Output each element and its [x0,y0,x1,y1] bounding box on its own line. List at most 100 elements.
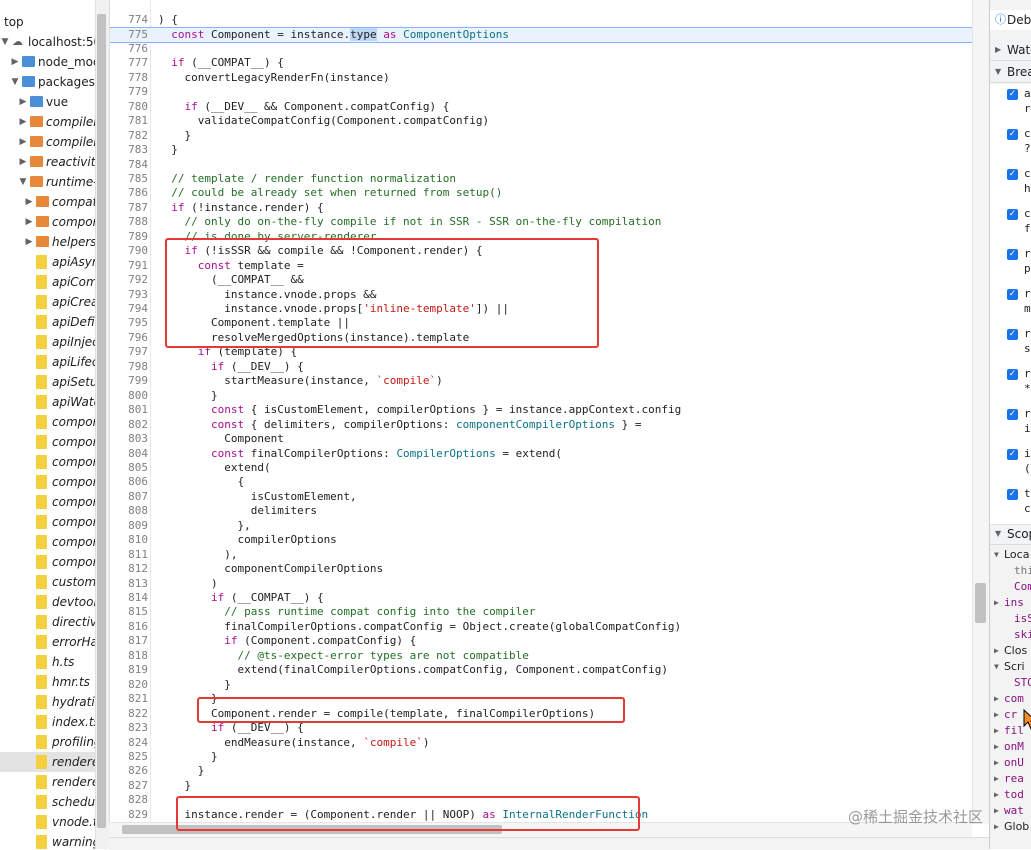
code-line[interactable]: 795 Component.template || [110,316,990,330]
scope-row[interactable]: ▶ ins [990,595,1031,611]
code-line[interactable]: 792 (__COMPAT__ && [110,273,990,287]
code-line[interactable]: 797 if (template) { [110,345,990,359]
file-item[interactable]: hydratic [0,692,95,712]
code-line[interactable]: 821 } [110,692,990,706]
chevron-right-icon[interactable]: ▶ [994,739,999,755]
line-number[interactable]: 815 [110,605,148,619]
code-line[interactable]: 820 } [110,678,990,692]
line-number[interactable]: 827 [110,779,148,793]
scope-row[interactable]: isS [990,611,1031,627]
chevron-down-icon[interactable]: ▼ [18,172,28,192]
line-number[interactable]: 788 [110,215,148,229]
line-number[interactable]: 812 [110,562,148,576]
line-number[interactable]: 799 [110,374,148,388]
file-item[interactable]: profiling [0,732,95,752]
line-number[interactable]: 818 [110,649,148,663]
chevron-right-icon[interactable]: ▶ [24,212,34,232]
watch-section-header[interactable]: ▶ Watc [990,40,1031,61]
line-number[interactable]: 794 [110,302,148,316]
line-number[interactable]: 783 [110,143,148,157]
line-number[interactable]: 809 [110,519,148,533]
file-item[interactable]: vnode.ts [0,812,95,832]
line-number[interactable]: 807 [110,490,148,504]
line-number[interactable]: 813 [110,577,148,591]
file-item[interactable]: compon [0,532,95,552]
line-number[interactable]: 824 [110,736,148,750]
scope-row[interactable]: ▶ onU [990,755,1031,771]
code-line[interactable]: 804 const finalCompilerOptions: Compiler… [110,447,990,461]
file-item[interactable]: compon [0,512,95,532]
chevron-right-icon[interactable]: ▶ [24,232,34,252]
line-number[interactable]: 775 [110,28,148,42]
folder-item[interactable]: ▶ vue [0,92,95,112]
scope-row[interactable]: ▶ tod [990,787,1031,803]
scope-row[interactable]: thi [990,563,1031,579]
file-item[interactable]: compon [0,412,95,432]
breakpoint-item[interactable]: ✓ to c [990,484,1031,525]
line-number[interactable]: 779 [110,85,148,99]
file-item[interactable]: directive [0,612,95,632]
breakpoint-item[interactable]: ✓ re * [990,364,1031,405]
chevron-down-icon[interactable]: ▼ [10,72,20,92]
code-line[interactable]: 809 }, [110,519,990,533]
chevron-right-icon[interactable]: ▶ [18,132,28,152]
file-item[interactable]: hmr.ts [0,672,95,692]
line-number[interactable]: 817 [110,634,148,648]
file-item[interactable]: warning [0,832,95,849]
line-number[interactable]: 829 [110,808,148,822]
code-line[interactable]: 806 { [110,475,990,489]
line-number[interactable]: 796 [110,331,148,345]
editor-horizontal-scrollbar-thumb[interactable] [122,825,502,834]
breakpoint-checkbox[interactable]: ✓ [1007,89,1018,100]
line-number[interactable]: 811 [110,548,148,562]
code-line[interactable]: 816 finalCompilerOptions.compatConfig = … [110,620,990,634]
line-number[interactable]: 791 [110,259,148,273]
line-number[interactable]: 780 [110,100,148,114]
source-editor[interactable]: 774) {775 const Component = instance.typ… [109,0,990,849]
breakpoint-checkbox[interactable]: ✓ [1007,249,1018,260]
line-number[interactable]: 816 [110,620,148,634]
chevron-right-icon[interactable]: ▶ [994,803,999,819]
code-line[interactable]: 779 [110,85,990,99]
folder-item[interactable]: ▶ compat [0,192,95,212]
file-item[interactable]: apiLifec [0,352,95,372]
line-number[interactable]: 801 [110,403,148,417]
code-line[interactable]: 819 extend(finalCompilerOptions.compatCo… [110,663,990,677]
line-number[interactable]: 826 [110,764,148,778]
code-line[interactable]: 826 } [110,764,990,778]
chevron-right-icon[interactable]: ▶ [18,152,28,172]
line-number[interactable]: 792 [110,273,148,287]
file-item[interactable]: apiDefin [0,312,95,332]
code-line[interactable]: 807 isCustomElement, [110,490,990,504]
scope-row[interactable]: ▶ Glob [990,819,1031,835]
scope-row[interactable]: ▶ wat [990,803,1031,819]
line-number[interactable]: 789 [110,230,148,244]
navigator-scrollbar-thumb[interactable] [97,14,106,828]
line-number[interactable]: 823 [110,721,148,735]
line-number[interactable]: 785 [110,172,148,186]
breakpoint-checkbox[interactable]: ✓ [1007,449,1018,460]
line-number[interactable]: 787 [110,201,148,215]
line-number[interactable]: 814 [110,591,148,605]
code-line[interactable]: 777 if (__COMPAT__) { [110,56,990,70]
line-number[interactable]: 804 [110,447,148,461]
line-number[interactable]: 776 [110,42,148,56]
file-item[interactable]: apiAsyn [0,252,95,272]
scope-row[interactable]: ▶ Clos [990,643,1031,659]
breakpoint-item[interactable]: ✓ re s [990,324,1031,365]
breakpoint-checkbox[interactable]: ✓ [1007,489,1018,500]
code-line[interactable]: 810 compilerOptions [110,533,990,547]
line-number[interactable]: 825 [110,750,148,764]
line-number[interactable]: 786 [110,186,148,200]
breakpoint-item[interactable]: ✓ c? [990,124,1031,165]
line-number[interactable]: 795 [110,316,148,330]
breakpoint-item[interactable]: ✓ re i [990,404,1031,445]
folder-item[interactable]: ▶ reactivity/ [0,152,95,172]
chevron-right-icon[interactable]: ▶ [994,691,999,707]
code-line[interactable]: 786 // could be already set when returne… [110,186,990,200]
code-line[interactable]: 778 convertLegacyRenderFn(instance) [110,71,990,85]
code-line[interactable]: 812 componentCompilerOptions [110,562,990,576]
frame-item-top[interactable]: top [0,12,95,32]
breakpoints-section-header[interactable]: ▼ Brea [990,62,1031,83]
file-item[interactable]: apiSetup [0,372,95,392]
